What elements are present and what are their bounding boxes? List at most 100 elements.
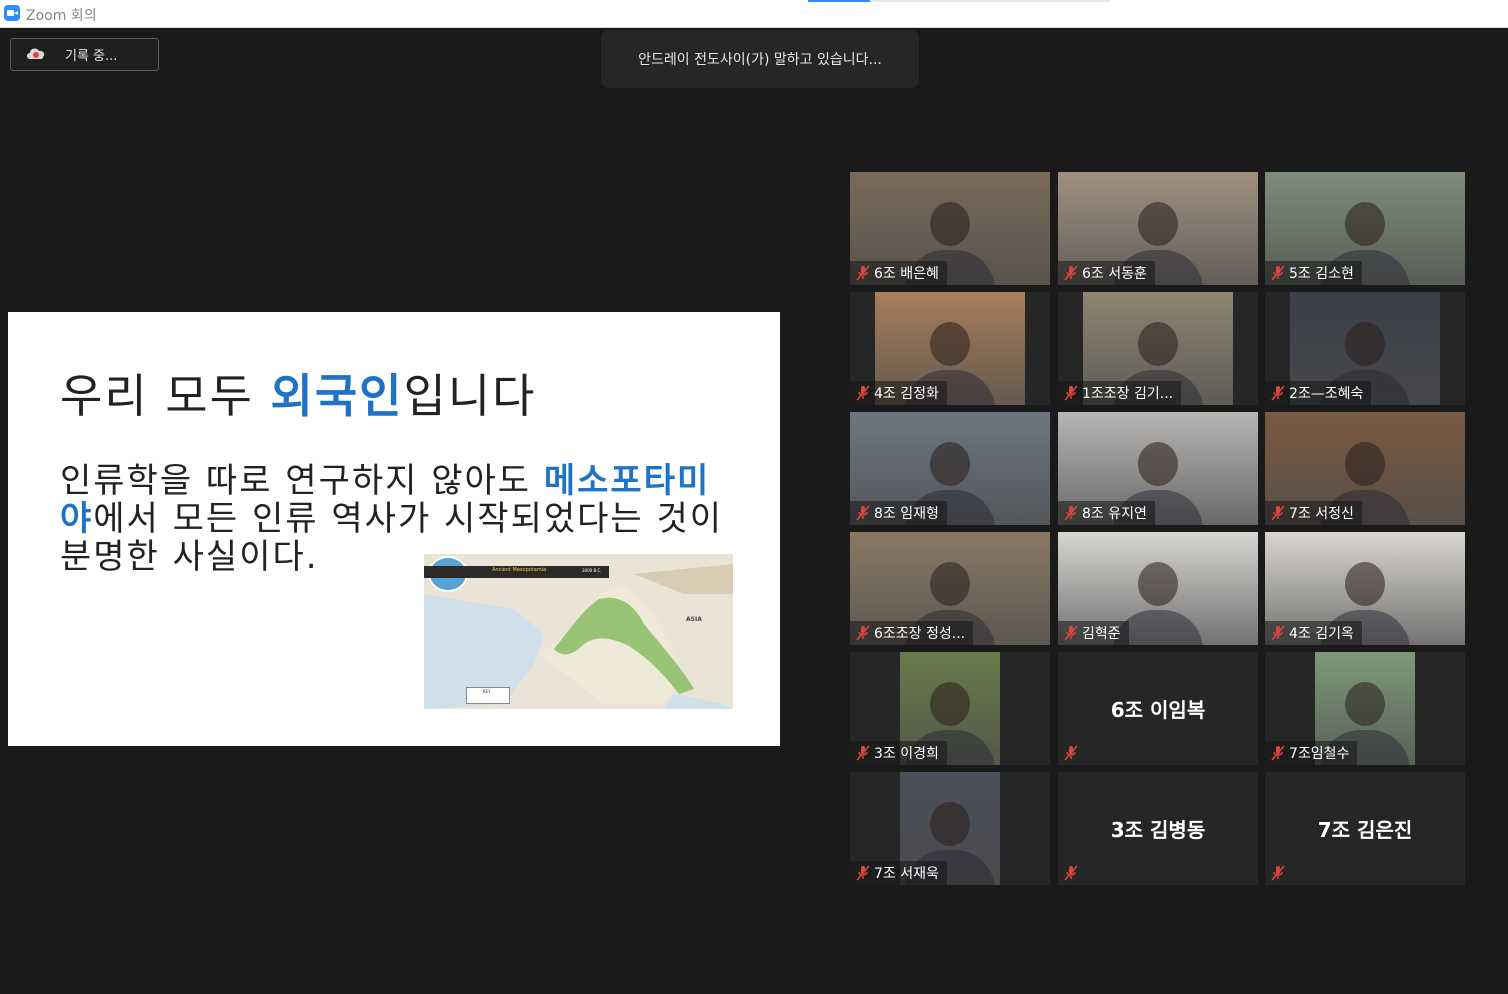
mic-muted-icon <box>1271 625 1285 641</box>
window-title: Zoom 회의 <box>26 8 97 24</box>
participant-label <box>1058 741 1090 765</box>
mic-muted-icon <box>1064 505 1078 521</box>
participant-tile[interactable]: 6조조장 정성... <box>850 532 1050 645</box>
participant-silhouette <box>930 802 970 846</box>
participant-label <box>1265 861 1297 885</box>
map-date: 3000 B.C. <box>582 568 602 573</box>
participant-label: 7조 서정신 <box>1265 501 1362 525</box>
mic-muted-icon <box>1271 265 1285 281</box>
participant-silhouette <box>930 682 970 726</box>
slide-heading-highlight: 외국인 <box>270 369 404 423</box>
map-region-label: ASIA <box>686 616 702 623</box>
mic-muted-icon <box>856 745 870 761</box>
participant-name: 4조 김기옥 <box>1289 626 1354 642</box>
participant-name: 7조 서정신 <box>1289 506 1354 522</box>
participant-silhouette <box>930 442 970 486</box>
participant-silhouette <box>1138 442 1178 486</box>
participant-name-center: 6조 이임복 <box>1110 698 1206 722</box>
participant-silhouette <box>1345 442 1385 486</box>
participant-silhouette <box>1345 202 1385 246</box>
participant-name: 8조 유지연 <box>1082 506 1147 522</box>
participant-silhouette <box>1345 682 1385 726</box>
mic-muted-icon <box>1064 625 1078 641</box>
participant-silhouette <box>930 322 970 366</box>
participant-tile[interactable]: 3조 이경희 <box>850 652 1050 765</box>
zoom-app-icon <box>4 5 20 21</box>
participant-name-center: 7조 김은진 <box>1317 818 1413 842</box>
participant-tile[interactable]: 6조 서동훈 <box>1058 172 1258 285</box>
participant-label: 김혁준 <box>1058 621 1129 645</box>
participant-label: 3조 이경희 <box>850 741 947 765</box>
participant-tile[interactable]: 5조 김소현 <box>1265 172 1465 285</box>
participant-tile[interactable]: 3조 김병동 <box>1058 772 1258 885</box>
participant-tile[interactable]: 8조 임재형 <box>850 412 1050 525</box>
participant-name: 3조 이경희 <box>874 746 939 762</box>
active-speaker-toast: 안드레이 전도사이(가) 말하고 있습니다... <box>601 30 919 88</box>
participant-label: 8조 유지연 <box>1058 501 1155 525</box>
map-title: Ancient Mesopotamia <box>492 567 547 573</box>
participant-label: 8조 임재형 <box>850 501 947 525</box>
participant-tile[interactable]: 1조조장 김기... <box>1058 292 1258 405</box>
active-speaker-text: 안드레이 전도사이(가) 말하고 있습니다... <box>638 52 882 68</box>
participant-silhouette <box>1345 562 1385 606</box>
slide-heading-pre: 우리 모두 <box>60 369 271 423</box>
mic-muted-icon <box>856 505 870 521</box>
participant-name: 8조 임재형 <box>874 506 939 522</box>
participant-name: 7조 서재욱 <box>874 866 939 882</box>
mic-muted-icon <box>1064 385 1078 401</box>
participant-tile[interactable]: 7조 서정신 <box>1265 412 1465 525</box>
participant-label <box>1058 861 1090 885</box>
mic-muted-icon <box>1064 265 1078 281</box>
mic-muted-icon <box>1271 385 1285 401</box>
participant-tile[interactable]: 7조 서재욱 <box>850 772 1050 885</box>
participant-label: 4조 김기옥 <box>1265 621 1362 645</box>
participant-name: 5조 김소현 <box>1289 266 1354 282</box>
participant-tile[interactable]: 2조—조혜숙 <box>1265 292 1465 405</box>
mic-muted-icon <box>1064 865 1078 881</box>
mic-muted-icon <box>856 265 870 281</box>
mic-muted-icon <box>1064 745 1078 761</box>
participant-silhouette <box>930 562 970 606</box>
participant-label: 4조 김정화 <box>850 381 947 405</box>
participant-name: 6조 서동훈 <box>1082 266 1147 282</box>
mic-muted-icon <box>856 385 870 401</box>
mic-muted-icon <box>1271 745 1285 761</box>
recording-label: 기록 중... <box>65 49 118 64</box>
participant-tile[interactable]: 4조 김기옥 <box>1265 532 1465 645</box>
participant-tile[interactable]: 7조임철수 <box>1265 652 1465 765</box>
participant-label: 6조 배은혜 <box>850 261 947 285</box>
participant-label: 5조 김소현 <box>1265 261 1362 285</box>
participant-tile[interactable]: 김혁준 <box>1058 532 1258 645</box>
slide-heading: 우리 모두 외국인입니다 <box>60 360 536 426</box>
participant-name: 4조 김정화 <box>874 386 939 402</box>
participant-label: 1조조장 김기... <box>1058 381 1182 405</box>
map-key-label: KEY <box>483 689 491 694</box>
participant-label: 2조—조혜숙 <box>1265 381 1372 405</box>
participant-name: 김혁준 <box>1082 626 1121 642</box>
participant-label: 6조조장 정성... <box>850 621 974 645</box>
mic-muted-icon <box>1271 865 1285 881</box>
slide-body-pre: 인류학을 따로 연구하지 않아도 <box>60 461 544 501</box>
participant-name: 2조—조혜숙 <box>1289 386 1364 402</box>
titlebar-divider <box>870 0 1110 2</box>
participant-label: 7조 서재욱 <box>850 861 947 885</box>
map-key: KEY <box>466 687 510 704</box>
participant-label: 7조임철수 <box>1265 741 1358 765</box>
mic-muted-icon <box>856 865 870 881</box>
participant-label: 6조 서동훈 <box>1058 261 1155 285</box>
window-titlebar: Zoom 회의 <box>0 0 1508 28</box>
shared-screen-slide: 우리 모두 외국인입니다 인류학을 따로 연구하지 않아도 메소포타미야에서 모… <box>8 312 780 746</box>
participant-silhouette <box>1138 562 1178 606</box>
cloud-record-icon <box>27 48 45 59</box>
participant-silhouette <box>1138 322 1178 366</box>
participant-silhouette <box>1345 322 1385 366</box>
participant-name: 6조조장 정성... <box>874 626 966 642</box>
recording-indicator[interactable]: 기록 중... <box>10 38 159 71</box>
participant-tile[interactable]: 4조 김정화 <box>850 292 1050 405</box>
participant-tile[interactable]: 6조 배은혜 <box>850 172 1050 285</box>
participant-tile[interactable]: 7조 김은진 <box>1265 772 1465 885</box>
participant-name-center: 3조 김병동 <box>1110 818 1206 842</box>
participant-tile[interactable]: 6조 이임복 <box>1058 652 1258 765</box>
participant-tile[interactable]: 8조 유지연 <box>1058 412 1258 525</box>
titlebar-accent <box>808 0 870 2</box>
